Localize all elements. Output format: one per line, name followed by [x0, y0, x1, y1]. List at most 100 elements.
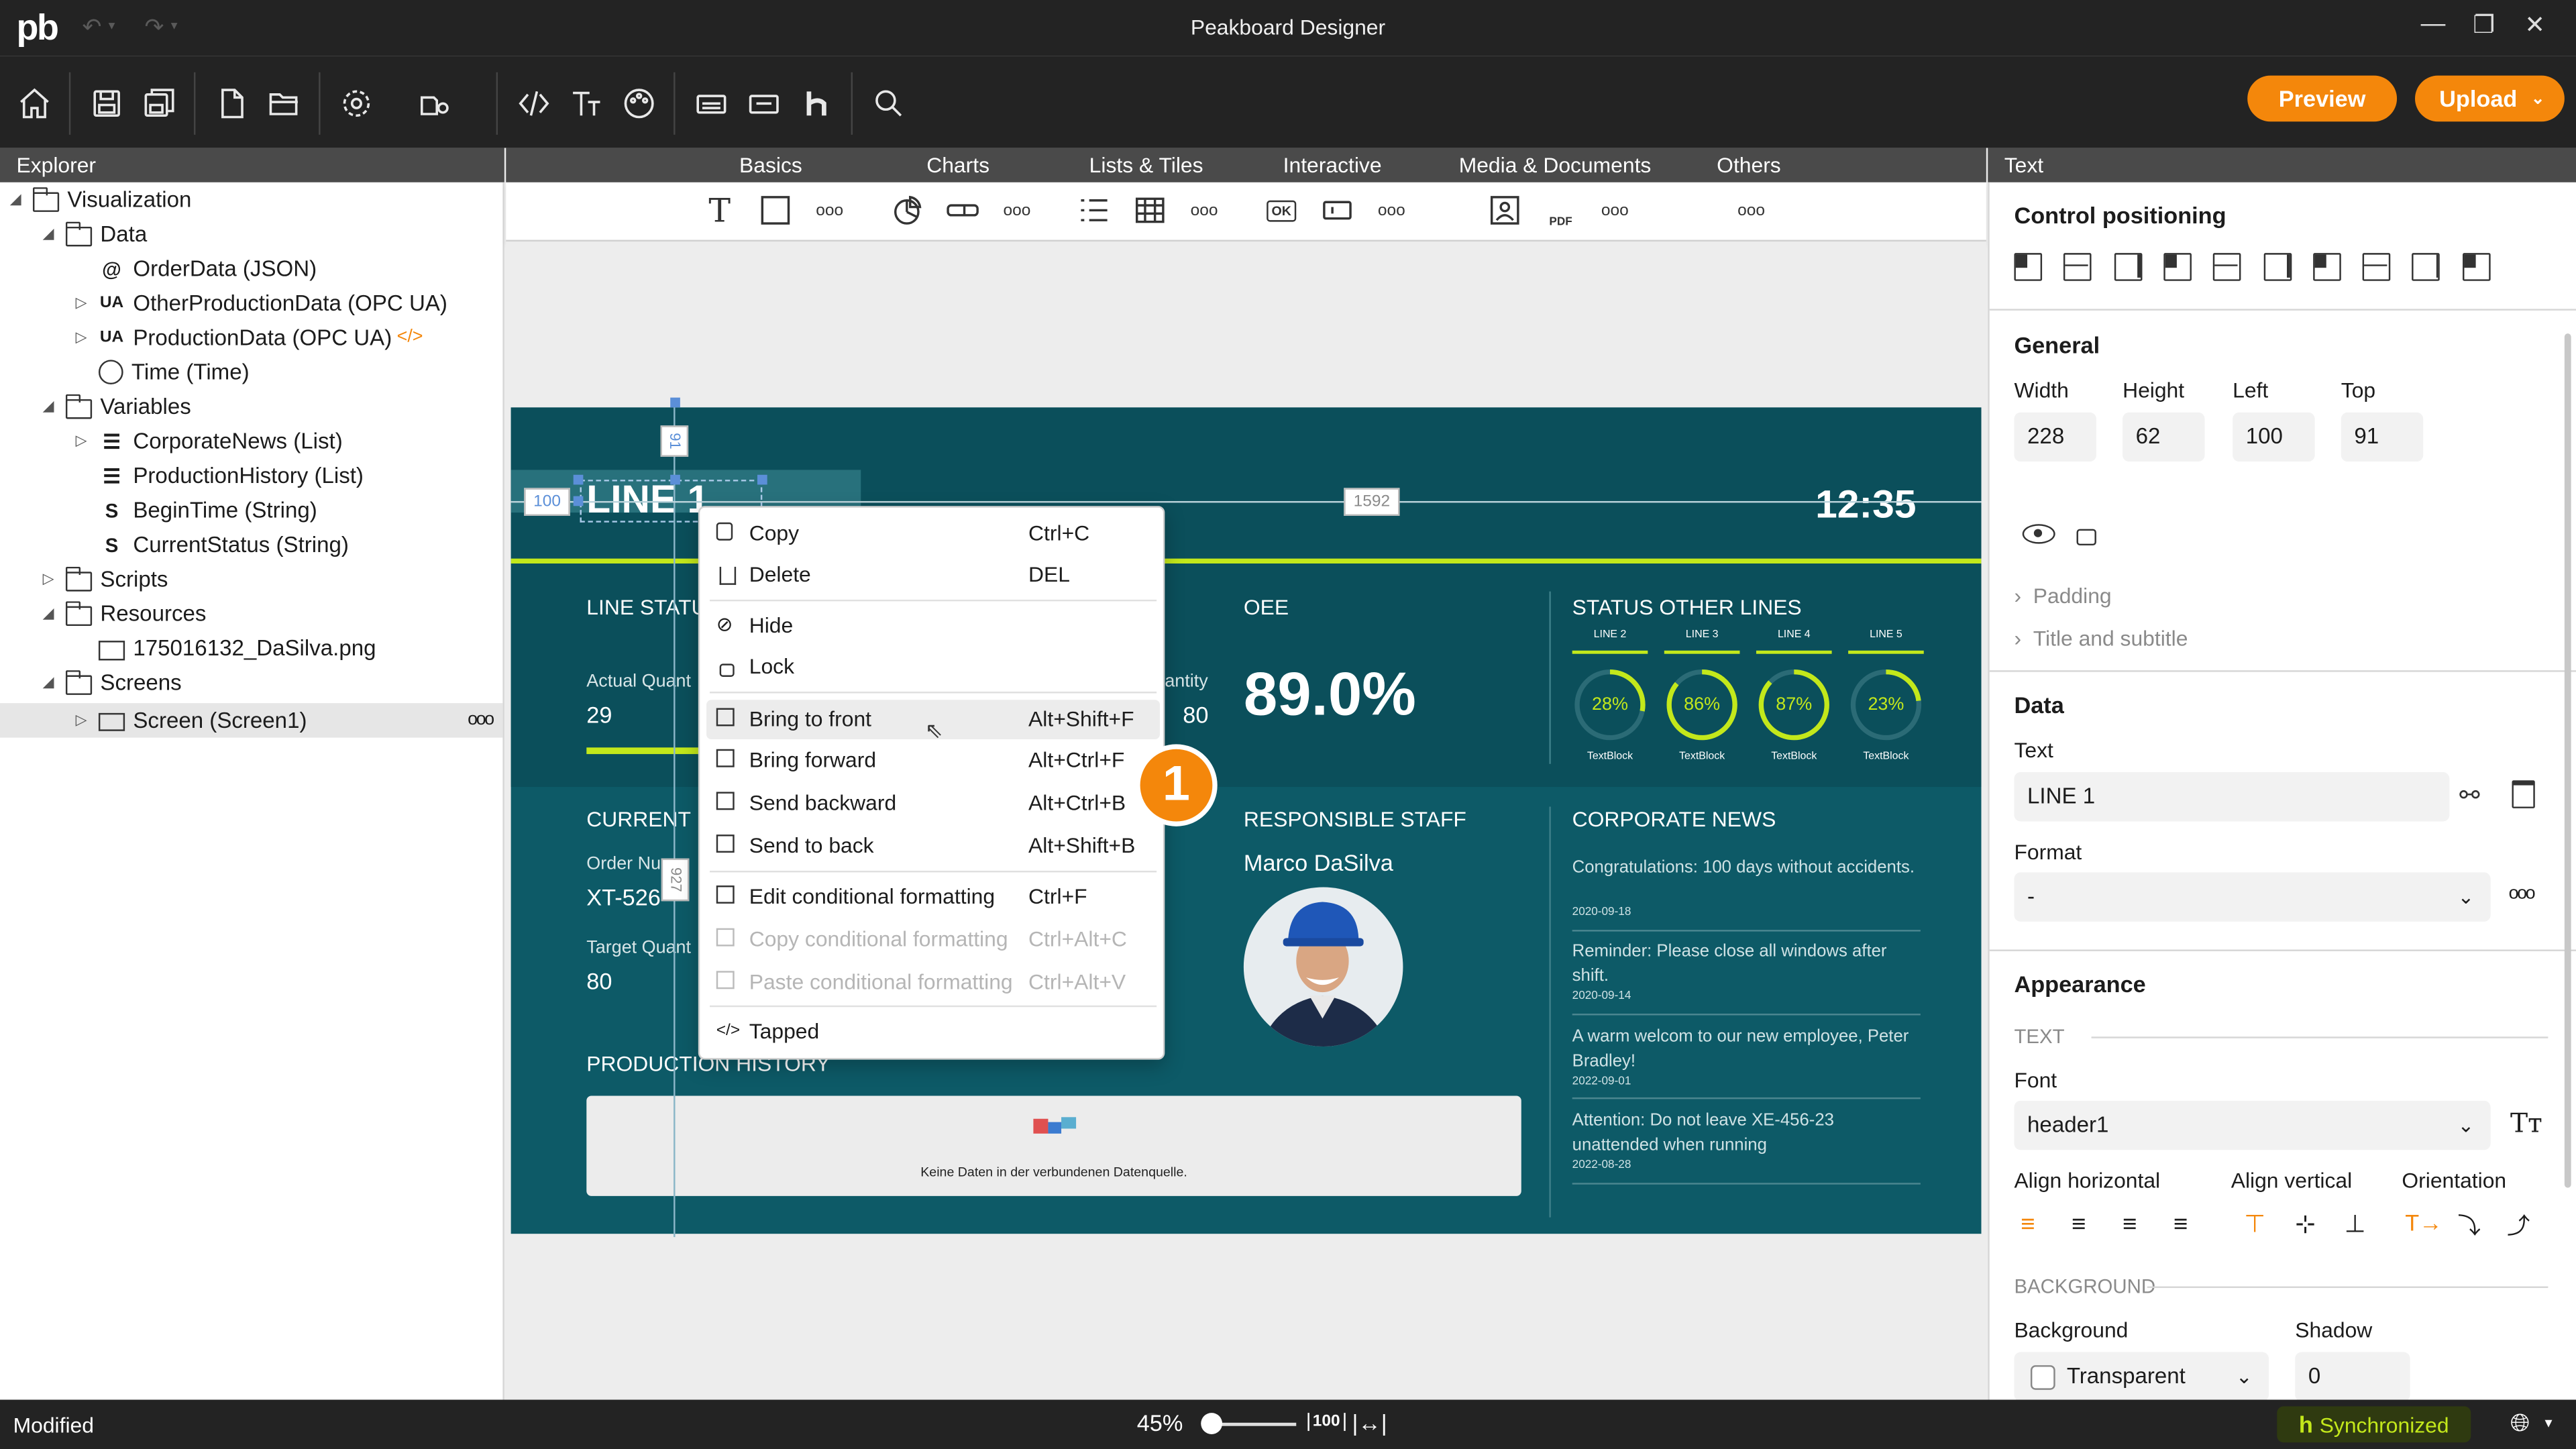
save-icon[interactable] — [85, 82, 128, 125]
tree-item-screen1[interactable]: ▷ Screen (Screen1) ooo — [0, 703, 503, 738]
background-select[interactable]: Transparent ⌄ — [2014, 1352, 2269, 1401]
shadow-input[interactable]: 0 — [2295, 1352, 2410, 1401]
lock-icon[interactable] — [2076, 529, 2096, 546]
globe-icon[interactable]: 🌐︎ — [2510, 1409, 2530, 1438]
list-control-icon[interactable] — [1076, 193, 1112, 229]
menu-item-hide[interactable]: ⊘ Hide — [706, 606, 1160, 646]
font-settings-icon[interactable]: Tт — [2510, 1108, 2542, 1139]
font-select[interactable]: header1 ⌄ — [2014, 1100, 2491, 1150]
resize-handle[interactable] — [573, 474, 584, 485]
search-icon[interactable] — [867, 82, 910, 125]
height-input[interactable]: 62 — [2123, 412, 2205, 462]
lists-more-icon[interactable]: ooo — [1186, 193, 1222, 229]
more-options-icon[interactable]: ooo — [468, 703, 494, 737]
align-top-icon[interactable]: ⊤ — [2244, 1209, 2265, 1239]
basics-more-icon[interactable]: ooo — [812, 193, 848, 229]
pie-chart-icon[interactable] — [889, 193, 925, 229]
language-dropdown-icon[interactable]: ▾ — [2544, 1415, 2552, 1433]
format-more-icon[interactable]: ooo — [2509, 884, 2536, 904]
trash-icon[interactable] — [2512, 780, 2535, 808]
table-control-icon[interactable] — [1132, 193, 1168, 229]
image-control-icon[interactable] — [1487, 193, 1523, 229]
dock-top-icon[interactable] — [2063, 253, 2092, 281]
text-input[interactable]: LINE 1 — [2014, 772, 2450, 822]
tab-charts[interactable]: Charts — [926, 148, 989, 182]
dock-bottom-right-icon[interactable] — [2263, 253, 2292, 281]
hub-icon[interactable] — [795, 82, 838, 125]
menu-item-bring-forward[interactable]: Bring forward Alt+Ctrl+F — [706, 741, 1160, 780]
bar-chart-icon[interactable] — [945, 193, 981, 229]
tree-item-corporatenews[interactable]: ▷ ☰ CorporateNews (List) — [76, 424, 343, 458]
new-file-icon[interactable] — [210, 82, 253, 125]
edge-icon[interactable] — [743, 82, 786, 125]
orientation-horizontal-icon[interactable]: T→ — [2405, 1209, 2442, 1235]
resize-handle[interactable] — [670, 474, 680, 485]
textbox-control-icon[interactable] — [1320, 193, 1356, 229]
upload-button[interactable]: Upload ⌄ — [2415, 75, 2565, 122]
menu-item-lock[interactable]: Lock — [706, 647, 1160, 687]
align-bottom-icon[interactable]: ⊥ — [2345, 1209, 2366, 1239]
tab-media-documents[interactable]: Media & Documents — [1459, 148, 1652, 182]
tree-item-otherproductiondata[interactable]: ▷ UA OtherProductionData (OPC UA) — [76, 286, 447, 320]
tree-item-image-resource[interactable]: 175016132_DaSilva.png — [76, 631, 376, 665]
code-icon[interactable] — [513, 82, 555, 125]
tree-item-productionhistory[interactable]: ☰ ProductionHistory (List) — [76, 458, 364, 492]
menu-item-edit-conditional-formatting[interactable]: Edit conditional formatting Ctrl+F — [706, 877, 1160, 917]
dock-right-icon[interactable] — [2362, 253, 2391, 281]
fit-width-icon[interactable]: |↔| — [1352, 1409, 1387, 1436]
zoom-slider-track[interactable] — [1210, 1422, 1297, 1426]
close-icon[interactable]: ✕ — [2510, 10, 2559, 40]
media-more-icon[interactable]: ooo — [1597, 193, 1633, 229]
dock-top-right-icon[interactable] — [2113, 253, 2142, 281]
palette-icon[interactable] — [618, 82, 661, 125]
tree-item-begintime[interactable]: S BeginTime (String) — [76, 493, 317, 527]
font-icon[interactable] — [565, 82, 608, 125]
pdf-control-icon[interactable]: PDF — [1543, 193, 1579, 228]
tree-item-scripts[interactable]: ▷ Scripts — [43, 562, 168, 596]
top-input[interactable]: 91 — [2341, 412, 2424, 462]
rectangle-control-icon[interactable] — [757, 193, 794, 229]
tab-others[interactable]: Others — [1717, 148, 1781, 182]
stretch-icon[interactable] — [2412, 253, 2440, 281]
tree-item-productiondata[interactable]: ▷ UA ProductionData (OPC UA) </> — [76, 321, 423, 355]
charts-more-icon[interactable]: ooo — [999, 193, 1035, 229]
align-center-icon[interactable]: ≡ — [2072, 1211, 2086, 1239]
minimize-icon[interactable]: — — [2408, 10, 2457, 38]
others-more-icon[interactable]: ooo — [1733, 193, 1770, 229]
align-left-icon[interactable]: ≡ — [2021, 1211, 2035, 1239]
menu-item-send-backward[interactable]: Send backward Alt+Ctrl+B — [706, 784, 1160, 823]
menu-item-paste-conditional-formatting[interactable]: Paste conditional formatting Ctrl+Alt+V — [706, 963, 1160, 1002]
restore-icon[interactable]: ❐ — [2459, 10, 2508, 40]
zoom-slider-thumb[interactable] — [1201, 1413, 1223, 1434]
preview-button[interactable]: Preview — [2247, 75, 2398, 122]
tab-interactive[interactable]: Interactive — [1283, 148, 1382, 182]
interactive-more-icon[interactable]: ooo — [1373, 193, 1409, 229]
align-justify-icon[interactable]: ≡ — [2174, 1211, 2188, 1239]
title-subtitle-expander[interactable]: › Title and subtitle — [2014, 626, 2188, 651]
settings-icon[interactable] — [335, 82, 378, 125]
menu-item-copy-conditional-formatting[interactable]: Copy conditional formatting Ctrl+Alt+C — [706, 920, 1160, 959]
dock-left-icon[interactable] — [2312, 253, 2341, 281]
link-icon[interactable]: ⚯ — [2459, 780, 2480, 810]
menu-item-delete[interactable]: Delete DEL — [706, 555, 1160, 595]
tree-item-time[interactable]: Time (Time) — [76, 355, 250, 389]
save-as-icon[interactable] — [138, 82, 181, 125]
tree-item-orderdata[interactable]: @ OrderData (JSON) — [76, 252, 317, 286]
menu-item-tapped[interactable]: </> Tapped — [706, 1012, 1160, 1052]
left-input[interactable]: 100 — [2233, 412, 2315, 462]
tab-lists-tiles[interactable]: Lists & Tiles — [1089, 148, 1203, 182]
button-control-icon[interactable]: OK — [1263, 193, 1299, 229]
resize-handle[interactable] — [573, 496, 584, 506]
box-settings-icon[interactable] — [414, 82, 457, 125]
menu-item-copy[interactable]: Copy Ctrl+C — [706, 515, 1160, 554]
shrink-icon[interactable] — [2462, 253, 2490, 281]
tree-item-screens[interactable]: ◢ Screens — [43, 665, 182, 700]
dock-top-left-icon[interactable] — [2014, 253, 2043, 281]
box-icon[interactable] — [690, 82, 733, 125]
resize-handle[interactable] — [757, 474, 767, 485]
width-input[interactable]: 228 — [2014, 412, 2096, 462]
home-icon[interactable] — [13, 82, 56, 125]
align-middle-icon[interactable]: ⊹ — [2295, 1209, 2316, 1239]
dock-bottom-left-icon[interactable] — [2163, 253, 2192, 281]
tab-basics[interactable]: Basics — [739, 148, 802, 182]
